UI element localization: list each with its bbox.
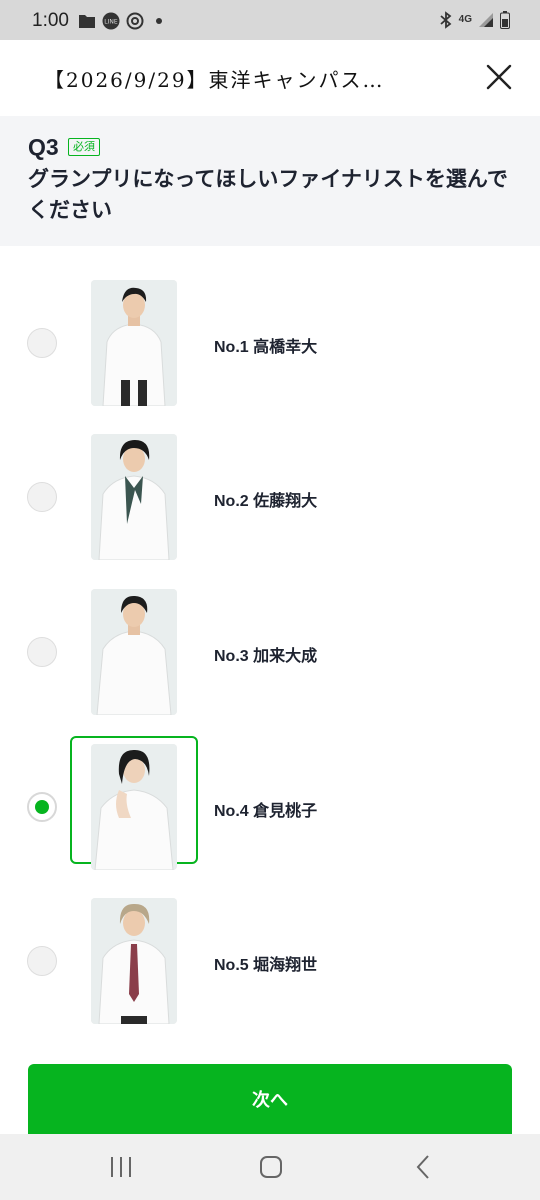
- option-label[interactable]: No.3 加来大成: [214, 642, 317, 666]
- folder-icon: [79, 15, 95, 28]
- option-5[interactable]: No.5 堀海翔世: [0, 898, 540, 1028]
- 4g-icon: 4G: [458, 14, 472, 25]
- question-block: Q3 必須 グランプリになってほしいファイナリストを選んでください: [0, 116, 540, 246]
- finalist-photo[interactable]: [91, 744, 177, 870]
- radio-button[interactable]: [27, 482, 57, 512]
- radio-button[interactable]: [27, 637, 57, 667]
- bluetooth-icon: [440, 11, 452, 29]
- finalist-photo[interactable]: [91, 589, 177, 715]
- question-text: グランプリになってほしいファイナリストを選んでください: [28, 167, 508, 222]
- signal-icon: [479, 13, 493, 27]
- option-1[interactable]: No.1 高橋幸大: [0, 280, 540, 410]
- person-photo-icon: [91, 434, 177, 560]
- finalist-photo[interactable]: [91, 898, 177, 1024]
- option-label[interactable]: No.4 倉見桃子: [214, 797, 317, 821]
- home-icon: [260, 1156, 282, 1178]
- option-2[interactable]: No.2 佐藤翔大: [0, 434, 540, 564]
- battery-icon: [500, 11, 510, 29]
- close-icon: [486, 64, 512, 90]
- navigation-bar: [0, 1134, 540, 1200]
- status-bar: 1:00 LINE 4G: [0, 0, 540, 40]
- svg-text:LINE: LINE: [104, 19, 118, 26]
- person-photo-icon: [91, 280, 177, 406]
- system-icons: 4G: [439, 11, 510, 29]
- close-button[interactable]: [484, 62, 514, 92]
- finalist-photo[interactable]: [91, 434, 177, 560]
- finalist-photo[interactable]: [91, 280, 177, 406]
- recent-apps-button[interactable]: [106, 1154, 136, 1180]
- option-label[interactable]: No.5 堀海翔世: [214, 951, 317, 975]
- person-photo-icon: [91, 898, 177, 1024]
- back-button[interactable]: [408, 1154, 438, 1180]
- home-button[interactable]: [256, 1154, 286, 1180]
- question-number: Q3: [28, 134, 59, 160]
- back-icon: [416, 1155, 429, 1179]
- survey-header: 【2026/9/29】東洋キャンパス…: [0, 40, 540, 116]
- line-icon: LINE: [102, 12, 120, 30]
- person-photo-icon: [91, 744, 177, 870]
- recent-apps-icon: [111, 1157, 131, 1177]
- dot-icon: [156, 18, 162, 24]
- radio-button[interactable]: [27, 946, 57, 976]
- page-title: 【2026/9/29】東洋キャンパス…: [44, 68, 385, 92]
- option-4[interactable]: No.4 倉見桃子: [0, 736, 540, 874]
- option-label[interactable]: No.2 佐藤翔大: [214, 487, 317, 511]
- next-button[interactable]: 次へ: [28, 1064, 512, 1134]
- option-label[interactable]: No.1 高橋幸大: [214, 333, 317, 357]
- radio-button-checked[interactable]: [27, 792, 57, 822]
- person-photo-icon: [91, 589, 177, 715]
- status-time: 1:00: [32, 10, 69, 31]
- required-badge: 必須: [68, 138, 100, 156]
- notification-icons: LINE: [78, 12, 162, 30]
- radio-button[interactable]: [27, 328, 57, 358]
- option-3[interactable]: No.3 加来大成: [0, 589, 540, 719]
- threads-icon: [126, 12, 144, 30]
